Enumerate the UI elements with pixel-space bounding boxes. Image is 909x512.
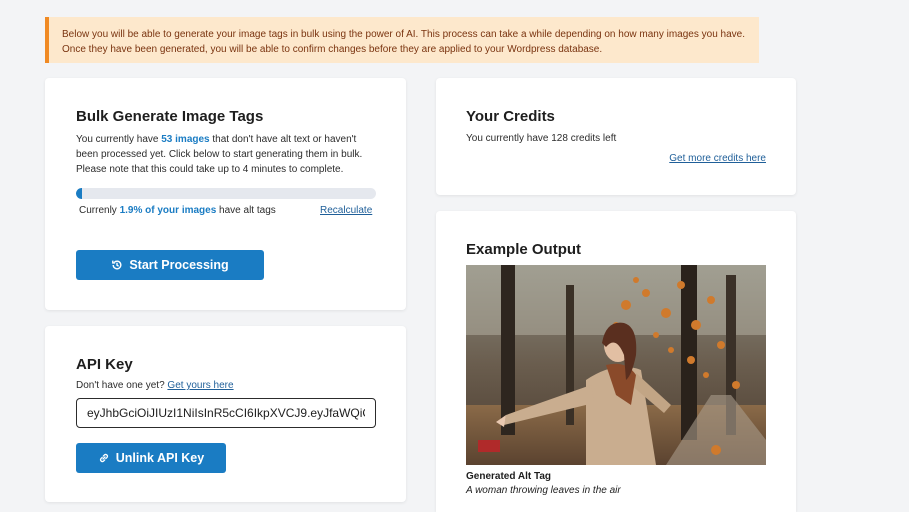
start-processing-label: Start Processing [129,258,229,272]
notice-text: Below you will be able to generate your … [62,29,745,55]
woman-leaves-photo [466,265,766,465]
info-notice: Below you will be able to generate your … [45,17,759,63]
credits-text: You currently have 128 credits left [466,133,617,144]
progress-value: 1.9% of your images [119,205,217,216]
alt-tag-text: A woman throwing leaves in the air [466,485,621,496]
link-icon [99,453,108,463]
credits-title: Your Credits [466,108,555,125]
progress-fill [76,188,82,199]
example-image [466,265,766,465]
refresh-icon [112,260,122,270]
bulk-description: You currently have 53 images that don't … [76,134,363,175]
example-output-title: Example Output [466,241,582,258]
api-key-card: API Key Don't have one yet? Get yours he… [45,326,406,502]
api-key-prompt: Don't have one yet? Get yours here [76,380,234,391]
progress-bar [76,188,376,199]
recalculate-link[interactable]: Recalculate [320,203,372,218]
bulk-generate-card: Bulk Generate Image Tags You currently h… [45,78,406,310]
api-key-input[interactable] [76,398,376,428]
get-more-credits-link[interactable]: Get more credits here [669,151,766,166]
unlink-api-key-button[interactable]: Unlink API Key [76,443,226,473]
alt-tag-heading: Generated Alt Tag [466,471,552,482]
credits-card: Your Credits You currently have 128 cred… [436,78,796,195]
bulk-generate-title: Bulk Generate Image Tags [76,108,264,125]
progress-status: Currenly 1.9% of your images have alt ta… [79,205,276,216]
api-key-title: API Key [76,356,133,373]
example-output-card: Example Output Generated Alt Tag A woman… [436,211,796,512]
unlink-api-key-label: Unlink API Key [115,451,205,465]
images-count: 53 images [161,134,210,145]
start-processing-button[interactable]: Start Processing [76,250,264,280]
get-api-key-link[interactable]: Get yours here [167,380,233,391]
